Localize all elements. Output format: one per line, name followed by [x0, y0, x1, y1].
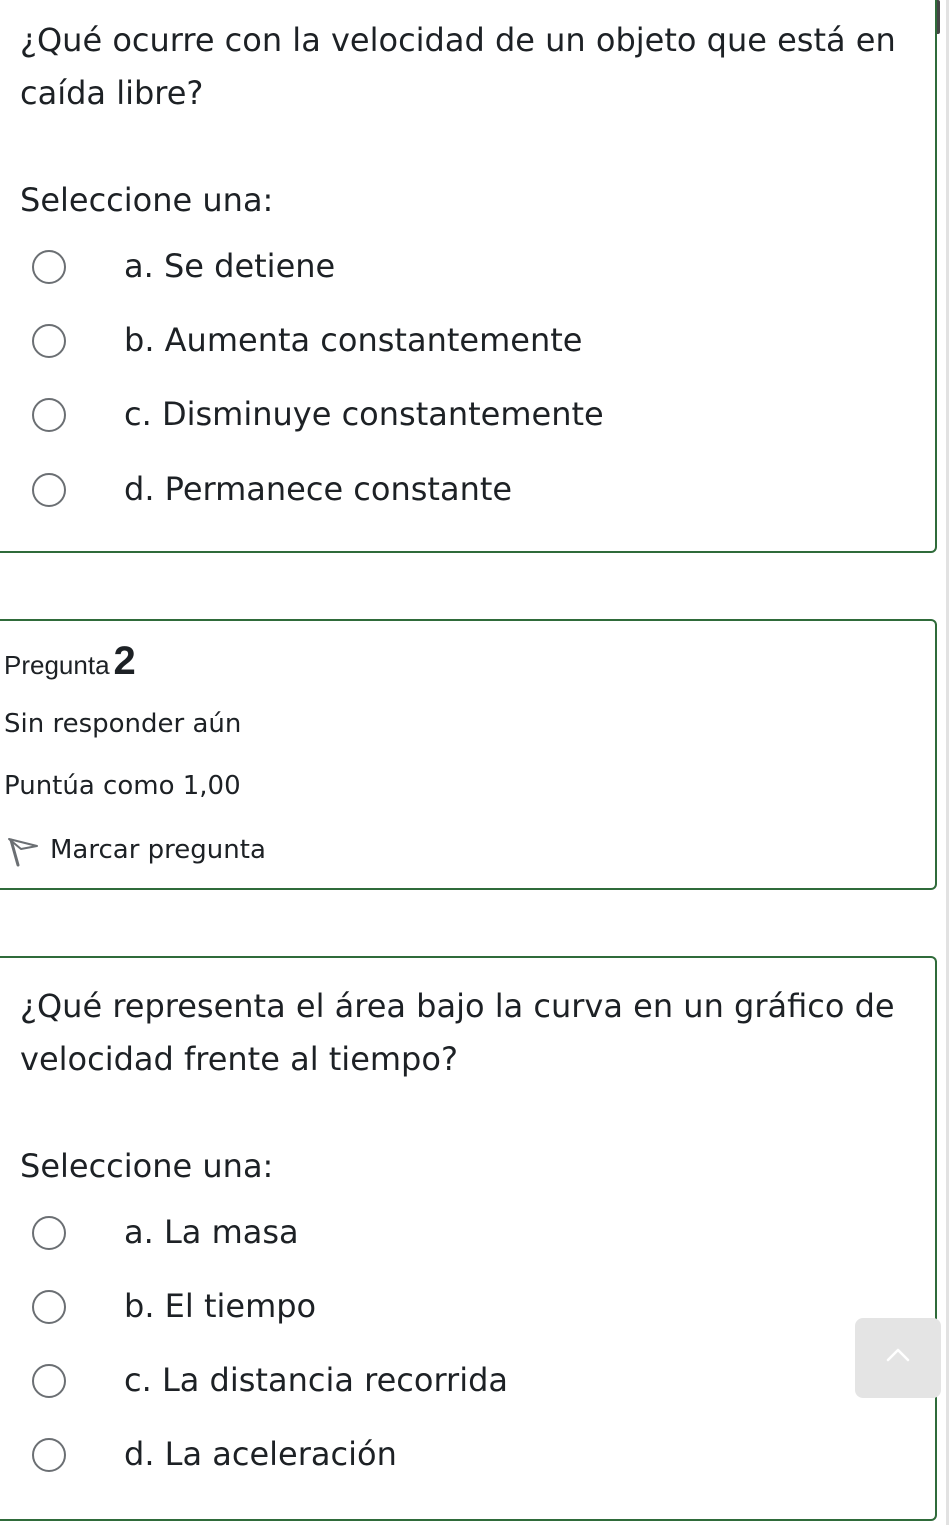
question-grade: Puntúa como 1,00 [4, 771, 241, 801]
radio-button[interactable] [32, 324, 66, 358]
radio-button[interactable] [32, 1290, 66, 1324]
option-label: a. La masa [124, 1213, 299, 1251]
radio-button[interactable] [32, 250, 66, 284]
chevron-up-icon [886, 1348, 910, 1362]
question-number: Pregunta 2 [4, 639, 136, 684]
question-2-info-card: Pregunta 2 Sin responder aún Puntúa como … [0, 619, 937, 890]
flag-icon [8, 838, 38, 867]
question-2-text: ¿Qué representa el área bajo la curva en… [20, 987, 895, 1078]
question-2-option-d[interactable]: d. La aceleración [18, 1428, 898, 1484]
radio-button[interactable] [32, 398, 66, 432]
flag-question-label: Marcar pregunta [50, 835, 266, 865]
question-2-prompt: Seleccione una: [20, 1147, 274, 1185]
radio-button[interactable] [32, 1364, 66, 1398]
question-1-option-a[interactable]: a. Se detiene [18, 240, 898, 296]
option-label: a. Se detiene [124, 247, 336, 285]
question-1-option-d[interactable]: d. Permanece constante [18, 463, 898, 519]
question-number-value: 2 [113, 639, 136, 683]
question-1-option-c[interactable]: c. Disminuye constantemente [18, 388, 898, 444]
radio-button[interactable] [32, 473, 66, 507]
question-2-option-c[interactable]: c. La distancia recorrida [18, 1354, 898, 1410]
option-label: c. La distancia recorrida [124, 1361, 508, 1399]
option-label: d. Permanece constante [124, 470, 513, 508]
option-label: b. El tiempo [124, 1287, 317, 1325]
question-2-option-b[interactable]: b. El tiempo [18, 1280, 898, 1336]
question-state: Sin responder aún [4, 709, 242, 739]
question-1-card: ¿Qué ocurre con la velocidad de un objet… [0, 0, 937, 553]
question-word: Pregunta [4, 650, 110, 680]
question-2-card: ¿Qué representa el área bajo la curva en… [0, 956, 937, 1521]
question-1-text: ¿Qué ocurre con la velocidad de un objet… [20, 21, 896, 112]
option-label: c. Disminuye constantemente [124, 395, 604, 433]
radio-button[interactable] [32, 1216, 66, 1250]
question-2-option-a[interactable]: a. La masa [18, 1206, 898, 1262]
option-label: d. La aceleración [124, 1435, 397, 1473]
question-1-option-b[interactable]: b. Aumenta constantemente [18, 314, 898, 370]
back-to-top-button[interactable] [855, 1318, 941, 1398]
option-label: b. Aumenta constantemente [124, 321, 583, 359]
question-1-prompt: Seleccione una: [20, 181, 274, 219]
radio-button[interactable] [32, 1438, 66, 1472]
